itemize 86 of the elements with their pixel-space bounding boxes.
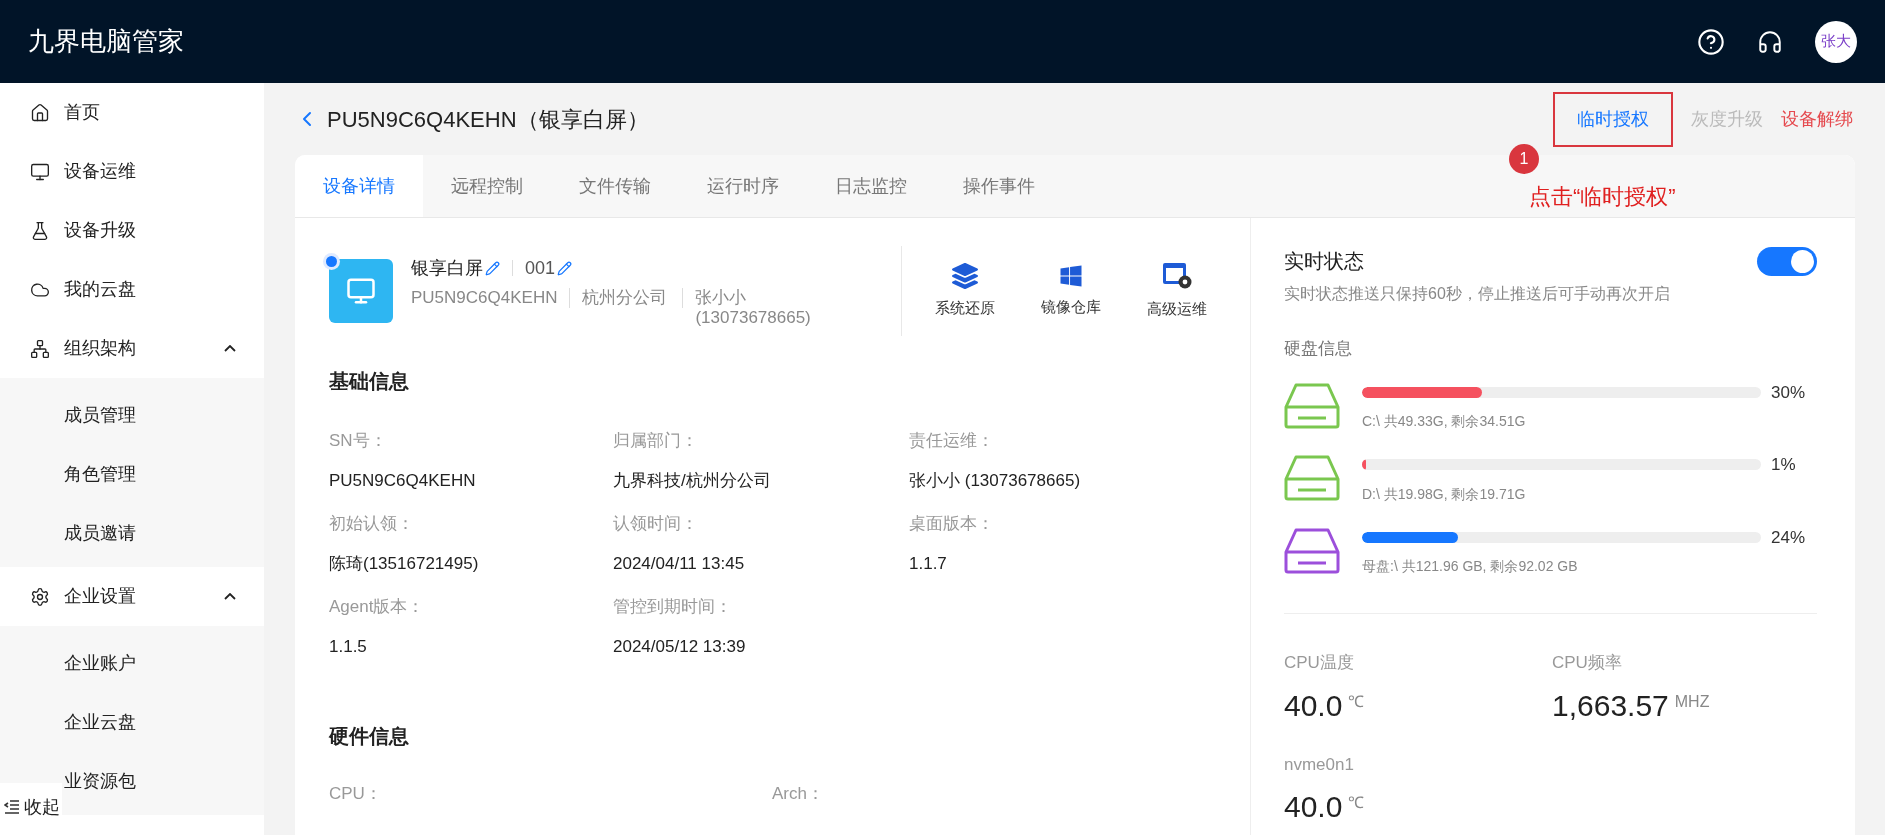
field-value: 2024/05/12 13:39 (613, 635, 747, 658)
page-title: PU5N9C6Q4KEHN（银享白屏） (327, 105, 649, 134)
edit-icon[interactable] (485, 260, 500, 276)
sidebar-subitem[interactable]: 企业云盘 (64, 709, 136, 736)
header-action-link[interactable]: 设备解绑 (1781, 105, 1853, 133)
stat-unit: ℃ (1348, 793, 1365, 813)
help-icon[interactable] (1697, 27, 1725, 56)
field-value: PU5N9C6Q4KEHN (329, 469, 477, 492)
tab[interactable]: 操作事件 (935, 155, 1063, 217)
field-value: 1.1.5 (329, 635, 368, 658)
user-avatar[interactable]: 张大 (1815, 20, 1857, 63)
field-label: Arch： (772, 783, 825, 805)
field-label: 管控到期时间： (613, 596, 733, 618)
tab[interactable]: 远程控制 (423, 155, 551, 217)
sidebar-item[interactable]: 设备升级 (0, 201, 264, 260)
stat-unit: ℃ (1348, 691, 1365, 712)
owner: 张小小 (13073678665) (695, 287, 812, 328)
device-action-button[interactable]: 高级运维 (1124, 261, 1230, 321)
device-code: 001 (525, 256, 556, 280)
section-title: 基础信息 (329, 369, 410, 394)
sidebar-item[interactable]: 我的云盘 (0, 260, 264, 319)
device-name: 银享白屏 (411, 256, 483, 280)
stat-value: 40.0 (1284, 689, 1343, 722)
field-label: 桌面版本： (909, 513, 995, 535)
serial-number: PU5N9C6Q4KEHN (411, 287, 558, 308)
outdent-icon (4, 800, 20, 814)
section-title: 硬件信息 (329, 724, 410, 749)
hierarchy-icon (30, 338, 50, 359)
monitor-icon (346, 276, 376, 306)
settings-icon (30, 586, 50, 607)
field-label: 初始认领： (329, 513, 415, 535)
home-icon (30, 102, 50, 123)
stat-label: CPU温度 (1284, 652, 1355, 674)
toggle-switch[interactable] (1757, 246, 1817, 276)
field-value: 陈琦(13516721495) (329, 552, 480, 575)
edit-icon[interactable] (557, 260, 573, 276)
sidebar-item[interactable]: 企业设置 (0, 567, 264, 626)
disk-detail: 母盘:\ 共121.96 GB, 剩余92.02 GB (1362, 557, 1579, 576)
field-label: 认领时间： (613, 513, 699, 535)
step-badge: 1 (1509, 144, 1539, 174)
field-label: SN号： (329, 430, 388, 452)
device-action-button[interactable]: 镜像仓库 (1018, 263, 1124, 319)
sidebar-item[interactable]: 首页 (0, 83, 264, 142)
stat-label: nvme0n1 (1284, 753, 1355, 776)
panel-title: 实时状态 (1284, 249, 1364, 274)
sidebar-item[interactable]: 组织架构 (0, 319, 264, 378)
sidebar-subitem[interactable]: 成员邀请 (64, 520, 136, 547)
annotation-text: 点击“临时授权” (1529, 183, 1676, 211)
disk-heading: 硬盘信息 (1284, 338, 1353, 360)
field-label: Agent版本： (329, 596, 426, 618)
stat-value: 40.0 (1284, 791, 1343, 823)
app-title: 九界电脑管家 (28, 25, 184, 58)
monitor-icon (30, 161, 50, 182)
device-action-button[interactable]: 系统还原 (912, 262, 1018, 320)
headset-icon[interactable] (1757, 28, 1783, 55)
sidebar-subitem[interactable]: 角色管理 (64, 461, 136, 488)
windows-logo-icon (1059, 263, 1083, 288)
tab[interactable]: 日志监控 (807, 155, 935, 217)
usage-percent: 24% (1771, 526, 1807, 549)
disk-detail: D:\ 共19.98G, 剩余19.71G (1362, 484, 1527, 504)
layers-icon (952, 262, 978, 289)
stat-value: 1,663.57 (1552, 689, 1669, 722)
field-label: CPU： (329, 783, 383, 805)
window-gear-icon (1162, 261, 1192, 290)
disk-detail: C:\ 共49.33G, 剩余34.51G (1362, 412, 1527, 431)
sidebar-subitem[interactable]: 企业账户 (64, 650, 136, 677)
stat-unit: MHZ (1674, 691, 1710, 712)
field-value: 1.1.7 (909, 552, 948, 575)
field-label: 归属部门： (613, 430, 699, 452)
sidebar-item[interactable]: 设备运维 (0, 142, 264, 201)
field-value: 2024/04/11 13:45 (613, 552, 746, 575)
usage-percent: 1% (1771, 454, 1797, 476)
tab[interactable]: 运行时序 (679, 155, 807, 217)
field-value: 张小小 (13073678665) (909, 469, 1082, 492)
sidebar-subitem[interactable]: 成员管理 (64, 402, 136, 429)
field-label: 责任运维： (909, 430, 995, 452)
flask-icon (30, 220, 50, 241)
header-action-link[interactable]: 临时授权 (1553, 91, 1673, 147)
field-value: 九界科技/杭州分公司 (613, 469, 772, 492)
tab[interactable]: 文件传输 (551, 155, 679, 217)
tab[interactable]: 设备详情 (295, 155, 423, 217)
stat-label: CPU频率 (1552, 652, 1623, 674)
sidebar-subitem[interactable]: 业资源包 (64, 768, 136, 795)
department: 杭州分公司 (582, 287, 669, 308)
panel-note: 实时状态推送只保持60秒，停止推送后可手动再次开启 (1284, 284, 1671, 304)
usage-percent: 30% (1771, 381, 1807, 404)
